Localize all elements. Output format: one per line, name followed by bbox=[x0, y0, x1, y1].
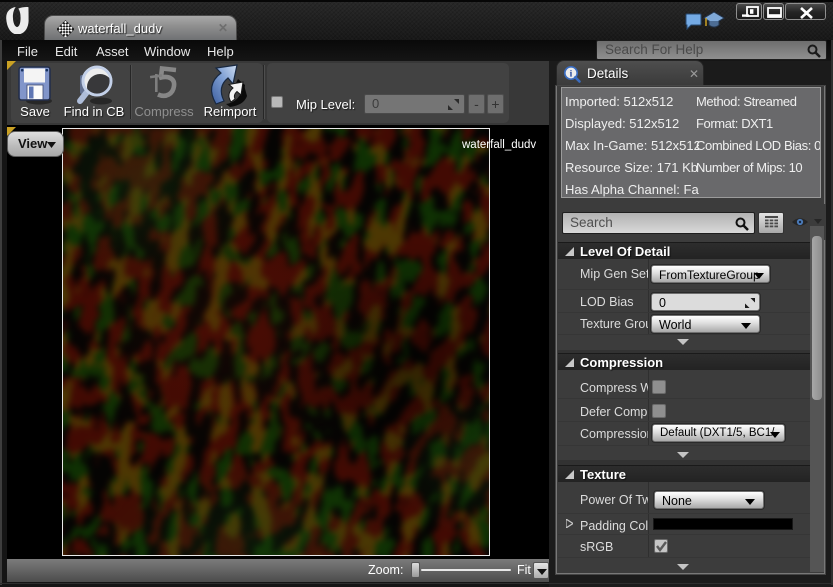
svg-text:i: i bbox=[570, 70, 573, 80]
